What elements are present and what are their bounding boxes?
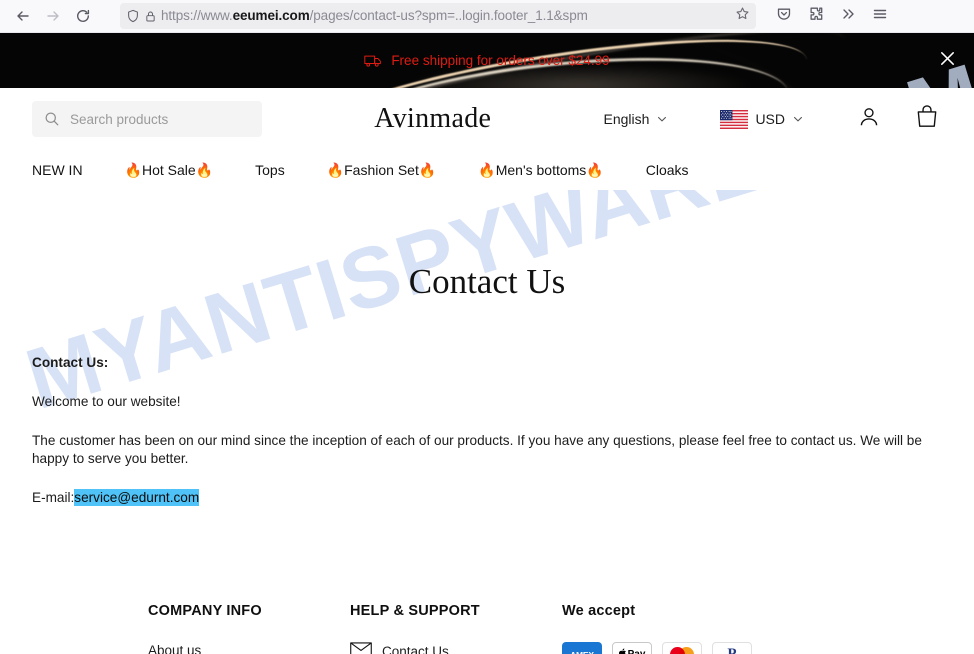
language-label: English: [603, 111, 650, 127]
payment-methods: AMEX Pay P: [562, 642, 752, 654]
apple-pay-label: Pay: [628, 649, 646, 654]
site-logo[interactable]: Avinmade: [262, 103, 604, 135]
main-content: Contact Us Contact Us: Welcome to our we…: [0, 262, 974, 507]
footer-company-column: COMPANY INFO About us: [148, 603, 350, 654]
search-magnifier-icon: [44, 111, 60, 127]
back-button[interactable]: [8, 1, 38, 31]
chevron-down-icon: [792, 113, 804, 125]
shopping-bag-icon: [915, 104, 939, 134]
url-protocol: https://www.: [161, 8, 233, 23]
url-path: /pages/contact-us?spm=..login.footer_1.1…: [309, 8, 588, 23]
search-input[interactable]: [70, 111, 250, 127]
search-box[interactable]: [32, 101, 262, 137]
contact-body: Contact Us: Welcome to our website! The …: [32, 354, 942, 507]
reload-button[interactable]: [68, 1, 98, 31]
footer-contact-us-label: Contact Us: [382, 643, 449, 654]
delivery-truck-icon: [364, 54, 382, 68]
url-host: eeumei.com: [232, 8, 310, 23]
footer-help-heading: HELP & SUPPORT: [350, 603, 480, 619]
footer-payments-column: We accept AMEX Pay P: [562, 603, 752, 654]
extensions-button[interactable]: [802, 2, 830, 30]
apple-pay-logo: Pay: [612, 642, 652, 654]
footer-company-heading: COMPANY INFO: [148, 603, 262, 619]
forward-button[interactable]: [38, 1, 68, 31]
forward-arrow-icon: [45, 8, 61, 24]
promo-text: Free shipping for orders over $24.99: [391, 53, 610, 68]
footer-help-column: HELP & SUPPORT Contact Us: [350, 603, 562, 654]
cart-button[interactable]: [910, 102, 944, 136]
contact-heading: Contact Us:: [32, 355, 109, 370]
nav-item-tops[interactable]: Tops: [255, 162, 285, 178]
overflow-button[interactable]: [834, 2, 862, 30]
back-arrow-icon: [15, 8, 31, 24]
email-label: E-mail:: [32, 490, 75, 505]
us-flag-icon: [720, 109, 749, 129]
browser-toolbar-actions: [770, 2, 894, 30]
nav-item-new-in[interactable]: NEW IN: [32, 162, 83, 178]
page-viewport: Free shipping for orders over $24.99 Avi…: [0, 33, 974, 654]
mastercard-orange-circle: [679, 647, 694, 654]
hamburger-menu-icon: [872, 6, 888, 27]
chevron-down-icon: [656, 113, 668, 125]
currency-label: USD: [755, 111, 785, 127]
chevron-double-right-icon: [840, 6, 856, 27]
save-to-pocket-icon: [776, 6, 792, 27]
pocket-button[interactable]: [770, 2, 798, 30]
promo-close-button[interactable]: [930, 44, 964, 78]
app-menu-button[interactable]: [866, 2, 894, 30]
footer-payments-heading: We accept: [562, 603, 636, 619]
apple-icon: [618, 648, 627, 654]
close-x-icon: [938, 49, 957, 73]
tracking-protection-shield-icon[interactable]: [126, 9, 140, 23]
star-icon[interactable]: [735, 6, 750, 26]
nav-item-fashion-set[interactable]: 🔥Fashion Set🔥: [327, 162, 437, 179]
extensions-puzzle-icon: [808, 6, 824, 27]
amex-logo: AMEX: [562, 642, 602, 654]
site-footer: COMPANY INFO About us HELP & SUPPORT Con…: [0, 603, 974, 654]
email-line: E-mail:service@edurnt.com: [32, 489, 932, 507]
nav-item-cloaks[interactable]: Cloaks: [646, 162, 689, 178]
promo-banner: Free shipping for orders over $24.99: [0, 33, 974, 88]
mastercard-logo: [662, 642, 702, 654]
main-navigation: NEW IN 🔥Hot Sale🔥 Tops 🔥Fashion Set🔥 🔥Me…: [0, 150, 974, 190]
nav-item-mens-bottoms[interactable]: 🔥Men's bottoms🔥: [478, 162, 603, 179]
envelope-icon: [350, 642, 372, 654]
contact-paragraph: The customer has been on our mind since …: [32, 433, 922, 466]
header-actions: English USD: [604, 102, 944, 136]
account-button[interactable]: [852, 102, 886, 136]
footer-link-contact-us[interactable]: Contact Us: [350, 642, 449, 654]
nav-item-hot-sale[interactable]: 🔥Hot Sale🔥: [125, 162, 214, 179]
welcome-text: Welcome to our website!: [32, 394, 181, 409]
site-header: Avinmade English: [0, 88, 974, 150]
browser-toolbar: https://www.eeumei.com/pages/contact-us?…: [0, 0, 974, 33]
address-bar[interactable]: https://www.eeumei.com/pages/contact-us?…: [120, 3, 756, 29]
email-value[interactable]: service@edurnt.com: [74, 489, 200, 506]
page-title: Contact Us: [408, 262, 566, 301]
footer-link-about-us[interactable]: About us: [148, 643, 201, 654]
reload-icon: [75, 8, 91, 24]
paypal-logo: P: [712, 642, 752, 654]
currency-selector[interactable]: USD: [720, 109, 804, 129]
padlock-icon[interactable]: [144, 10, 157, 23]
url-text[interactable]: https://www.eeumei.com/pages/contact-us?…: [161, 3, 733, 29]
user-account-icon: [857, 105, 881, 134]
language-selector[interactable]: English: [604, 111, 669, 127]
promo-message: Free shipping for orders over $24.99: [364, 53, 610, 68]
